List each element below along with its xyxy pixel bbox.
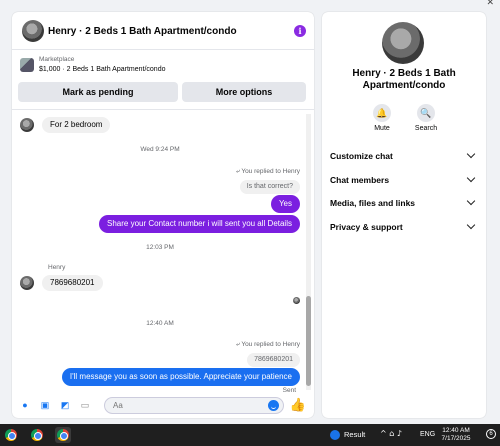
sticker-icon[interactable]: ◩ — [60, 400, 70, 410]
section-chat-members[interactable]: Chat members — [330, 169, 478, 191]
clock[interactable]: 12:40 AM 7/17/2025 — [440, 427, 472, 443]
outgoing-message[interactable]: I'll message you as soon as possible. Ap… — [61, 368, 300, 386]
chevron-down-icon — [466, 196, 476, 206]
reply-label-text: You replied to Henry — [241, 341, 300, 348]
composer: ● ▣ ◩ ▭ 👍 — [12, 392, 314, 418]
search-label: Search — [414, 125, 438, 132]
emoji-icon[interactable] — [268, 400, 279, 411]
mute-label: Mute — [374, 125, 390, 132]
section-label: Media, files and links — [330, 198, 416, 208]
microphone-icon[interactable]: ● — [20, 400, 30, 410]
taskbar-chrome-app[interactable] — [29, 427, 45, 443]
chrome-icon — [31, 429, 43, 441]
chevron-down-icon — [466, 220, 476, 230]
search-button[interactable]: 🔍 Search — [406, 104, 446, 132]
chevron-down-icon — [466, 173, 476, 183]
language-indicator[interactable]: ENG — [420, 431, 435, 438]
bell-icon: 🔔 — [373, 104, 391, 122]
reply-label-text: You replied to Henry — [241, 168, 300, 175]
listing-banner: Marketplace $1,000 · 2 Beds 1 Bath Apart… — [12, 52, 314, 110]
result-icon — [330, 430, 340, 441]
message-input[interactable] — [105, 398, 255, 413]
chat-title[interactable]: Henry · 2 Beds 1 Bath Apartment/condo — [48, 26, 237, 37]
scrollbar-thumb[interactable] — [306, 296, 311, 386]
profile-name: Henry · 2 Beds 1 Bath Apartment/condo — [352, 68, 456, 91]
clock-date: 7/17/2025 — [441, 435, 471, 442]
scrollbar[interactable] — [306, 114, 311, 390]
section-customize-chat[interactable]: Customize chat — [330, 145, 478, 167]
section-media-files-links[interactable]: Media, files and links — [330, 192, 478, 214]
taskbar: Result ^ ⌂ ♪ ENG 12:40 AM 7/17/2025 6 — [0, 424, 500, 446]
read-receipt-avatar — [293, 297, 300, 304]
clock-time: 12:40 AM — [442, 427, 470, 434]
chrome-icon — [57, 429, 69, 441]
photo-icon[interactable]: ▣ — [40, 400, 50, 410]
section-label: Customize chat — [330, 151, 393, 161]
sender-name: Henry — [48, 264, 66, 271]
quoted-message[interactable]: Is that correct? — [239, 180, 300, 194]
network-icon[interactable]: ⌂ — [389, 429, 394, 438]
message-thread: For 2 bedroom Wed 9:24 PM ⤶ You replied … — [12, 110, 314, 394]
sender-avatar — [20, 276, 34, 290]
browser-top-strip: ✕ — [0, 0, 500, 12]
more-options-button[interactable]: More options — [182, 82, 306, 102]
timestamp: Wed 9:24 PM — [140, 146, 180, 153]
incoming-message[interactable]: 7869680201 — [42, 275, 103, 291]
conversation-details-panel: Henry · 2 Beds 1 Bath Apartment/condo 🔔 … — [322, 12, 486, 418]
mute-button[interactable]: 🔔 Mute — [362, 104, 402, 132]
taskbar-chrome-app[interactable] — [55, 427, 71, 443]
chevron-up-icon[interactable]: ^ — [380, 429, 387, 438]
close-icon[interactable]: ✕ — [486, 0, 494, 8]
chevron-down-icon — [466, 149, 476, 159]
sender-avatar — [20, 118, 34, 132]
quoted-message[interactable]: 7869680201 — [247, 353, 300, 367]
message-input-box — [104, 397, 284, 414]
incoming-message[interactable]: For 2 bedroom — [42, 117, 111, 133]
outgoing-message[interactable]: Yes — [270, 195, 300, 213]
info-icon[interactable]: i — [294, 25, 306, 37]
profile-avatar[interactable] — [382, 22, 424, 64]
mark-as-pending-button[interactable]: Mark as pending — [18, 82, 178, 102]
chat-panel: Henry · 2 Beds 1 Bath Apartment/condo i … — [12, 12, 314, 418]
taskbar-chrome-app[interactable] — [3, 427, 19, 443]
gif-icon[interactable]: ▭ — [80, 400, 90, 410]
listing-source: Marketplace — [39, 56, 75, 63]
listing-thumbnail[interactable] — [20, 58, 34, 72]
system-tray[interactable]: ^ ⌂ ♪ — [380, 429, 402, 438]
outgoing-message[interactable]: Share your Contact number i will sent yo… — [99, 215, 300, 233]
chrome-icon — [5, 429, 17, 441]
notifications-badge[interactable]: 6 — [486, 429, 496, 439]
reply-label: ⤶ You replied to Henry — [236, 168, 300, 176]
result-label: Result — [344, 430, 366, 439]
search-icon: 🔍 — [417, 104, 435, 122]
reply-label: ⤶ You replied to Henry — [236, 341, 300, 349]
section-label: Privacy & support — [330, 222, 403, 232]
section-label: Chat members — [330, 175, 390, 185]
listing-price-title[interactable]: $1,000 · 2 Beds 1 Bath Apartment/condo — [39, 66, 165, 73]
volume-icon[interactable]: ♪ — [397, 429, 402, 438]
like-icon[interactable]: 👍 — [290, 398, 306, 413]
chat-header: Henry · 2 Beds 1 Bath Apartment/condo i — [12, 12, 314, 50]
contact-avatar[interactable] — [22, 20, 44, 42]
timestamp: 12:40 AM — [146, 320, 174, 327]
timestamp: 12:03 PM — [146, 244, 174, 251]
taskbar-result-widget[interactable]: Result — [330, 430, 366, 441]
section-privacy-support[interactable]: Privacy & support — [330, 216, 478, 238]
